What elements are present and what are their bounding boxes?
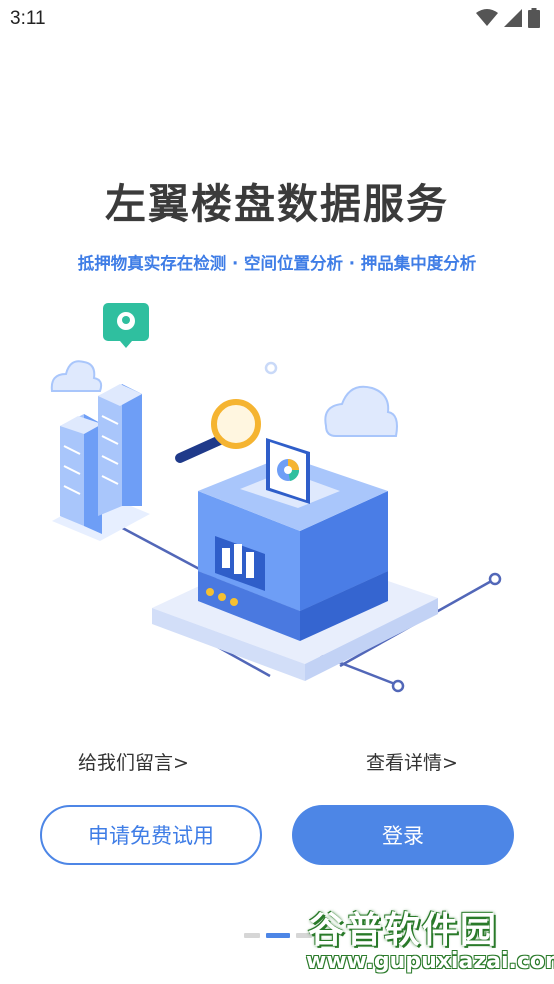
- node-dot: [391, 679, 405, 693]
- wifi-icon: [476, 9, 498, 26]
- login-button[interactable]: 登录: [292, 805, 514, 865]
- status-time: 3:11: [10, 8, 46, 29]
- ring-decoration: [264, 361, 278, 375]
- view-details-link[interactable]: 查看详情>: [366, 748, 458, 775]
- magnifier-icon: [175, 399, 261, 463]
- status-icons: [476, 8, 540, 28]
- watermark: 谷普软件园 www.gupuxiazai.com: [300, 895, 554, 979]
- page-dot-active: [266, 933, 290, 938]
- cloud-icon: [50, 360, 103, 392]
- page-subtitle: 抵押物真实存在检测 · 空间位置分析 · 押品集中度分析: [77, 254, 477, 273]
- office-buildings: [52, 384, 150, 541]
- status-bar: 3:11: [0, 0, 554, 38]
- free-trial-button[interactable]: 申请免费试用: [40, 805, 262, 865]
- watermark-url: www.gupuxiazai.com: [306, 949, 554, 974]
- hero-illustration: [40, 296, 510, 706]
- leave-message-link[interactable]: 给我们留言>: [78, 748, 189, 775]
- cloud-icon: [324, 385, 398, 437]
- battery-icon: [528, 8, 540, 28]
- watermark-title: 谷普软件园: [308, 910, 499, 951]
- page-title: 左翼楼盘数据服务: [105, 180, 449, 228]
- page-dot: [244, 933, 260, 938]
- node-dot: [488, 572, 502, 586]
- signal-icon: [504, 9, 522, 27]
- map-pin-icon: [103, 303, 149, 348]
